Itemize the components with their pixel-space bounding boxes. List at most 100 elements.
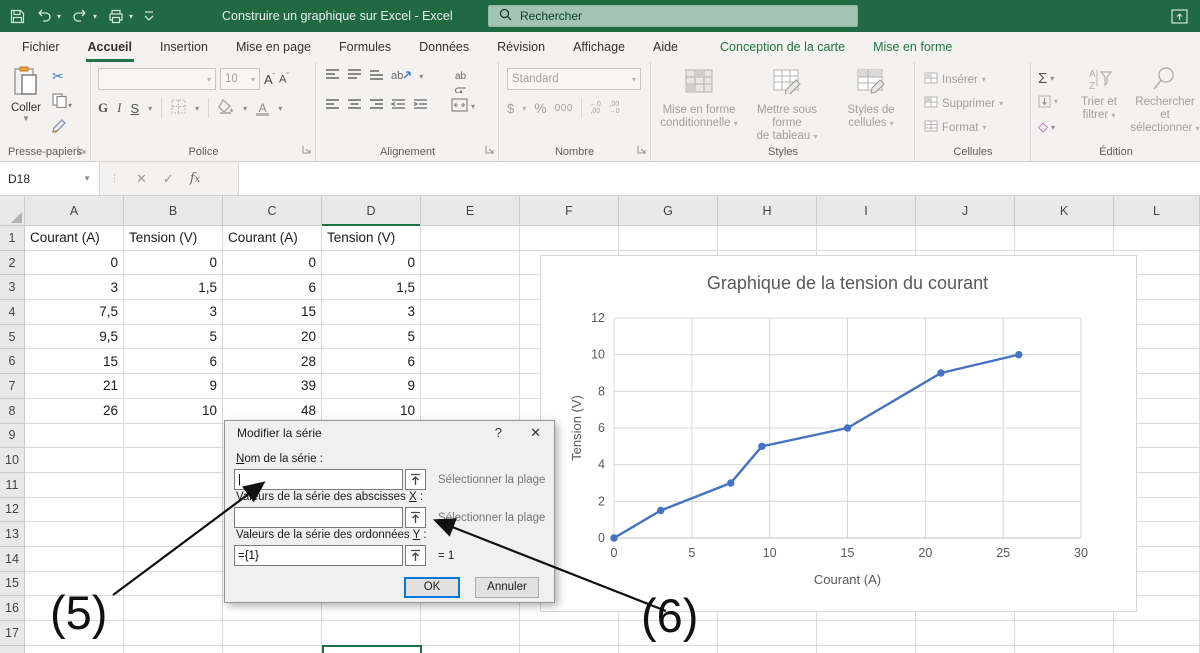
cell-D17[interactable]: [322, 621, 421, 646]
row-header-13[interactable]: 13: [0, 522, 25, 547]
selected-cell-d18[interactable]: [322, 645, 422, 653]
cell-E18[interactable]: [421, 646, 520, 653]
ok-button[interactable]: OK: [404, 577, 460, 598]
cell-C6[interactable]: 28: [223, 349, 322, 374]
font-size-combo[interactable]: 10▾: [220, 68, 260, 90]
customize-qat-icon[interactable]: [144, 10, 154, 22]
fill-color-icon[interactable]: [218, 99, 234, 117]
cell-K17[interactable]: [1015, 621, 1114, 646]
cell-E4[interactable]: [421, 300, 520, 325]
bold-button[interactable]: G: [98, 100, 108, 116]
underline-dropdown-icon[interactable]: ▾: [148, 104, 152, 113]
cell-B5[interactable]: 5: [124, 325, 223, 350]
cell-D3[interactable]: 1,5: [322, 275, 421, 300]
cell-C7[interactable]: 39: [223, 374, 322, 399]
cell-E2[interactable]: [421, 251, 520, 276]
search-box[interactable]: Rechercher: [488, 5, 858, 27]
tab-affichage[interactable]: Affichage: [559, 32, 639, 62]
row-header-11[interactable]: 11: [0, 473, 25, 498]
cell-B17[interactable]: [124, 621, 223, 646]
tab-mise-en-forme[interactable]: Mise en forme: [859, 32, 966, 62]
col-header-L[interactable]: L: [1114, 196, 1200, 226]
cell-C18[interactable]: [223, 646, 322, 653]
cell-C2[interactable]: 0: [223, 251, 322, 276]
cell-B9[interactable]: [124, 424, 223, 449]
row-header-7[interactable]: 7: [0, 374, 25, 399]
cell-F18[interactable]: [520, 646, 619, 653]
formula-input[interactable]: [238, 162, 1200, 195]
range-selector-icon-3[interactable]: [405, 545, 426, 566]
cell-A11[interactable]: [25, 473, 124, 498]
cell-E6[interactable]: [421, 349, 520, 374]
cell-I18[interactable]: [817, 646, 916, 653]
cell-B8[interactable]: 10: [124, 399, 223, 424]
clipboard-dialog-launcher-icon[interactable]: [77, 143, 86, 157]
cell-B3[interactable]: 1,5: [124, 275, 223, 300]
col-header-E[interactable]: E: [421, 196, 520, 226]
orientation-dropdown-icon[interactable]: ▾: [419, 72, 423, 81]
cell-A13[interactable]: [25, 522, 124, 547]
font-color-icon[interactable]: A: [256, 100, 269, 116]
undo-icon[interactable]: [36, 9, 52, 23]
format-cells-button[interactable]: Format▾: [924, 120, 986, 135]
fill-color-dropdown-icon[interactable]: ▾: [243, 104, 247, 113]
col-header-K[interactable]: K: [1015, 196, 1114, 226]
font-name-combo[interactable]: ▾: [98, 68, 216, 90]
align-left-icon[interactable]: [325, 98, 340, 114]
cell-styles-button[interactable]: Styles decellules ▾: [828, 66, 914, 130]
copy-icon[interactable]: ▾: [52, 93, 72, 111]
cell-D7[interactable]: 9: [322, 374, 421, 399]
cell-C4[interactable]: 15: [223, 300, 322, 325]
merge-dropdown-icon[interactable]: ▾: [471, 102, 475, 111]
cell-B6[interactable]: 6: [124, 349, 223, 374]
percent-icon[interactable]: %: [534, 100, 546, 116]
cut-icon[interactable]: ✂: [52, 68, 64, 85]
fill-button[interactable]: ▾: [1038, 95, 1058, 108]
decrease-decimal-icon[interactable]: ,00→0: [609, 101, 620, 115]
undo-dropdown-icon[interactable]: ▾: [57, 12, 61, 21]
dialog-help-icon[interactable]: ?: [495, 425, 502, 440]
cell-L17[interactable]: [1114, 621, 1200, 646]
cell-A5[interactable]: 9,5: [25, 325, 124, 350]
tab-revision[interactable]: Révision: [483, 32, 559, 62]
cell-H1[interactable]: [718, 226, 817, 251]
cell-B11[interactable]: [124, 473, 223, 498]
cell-L1[interactable]: [1114, 226, 1200, 251]
cell-B1[interactable]: Tension (V): [124, 226, 223, 251]
row-header-16[interactable]: 16: [0, 596, 25, 621]
col-header-D[interactable]: D: [322, 196, 421, 226]
redo-icon[interactable]: [72, 9, 88, 23]
row-header-12[interactable]: 12: [0, 498, 25, 523]
alignment-dialog-launcher-icon[interactable]: [485, 143, 494, 157]
cell-D4[interactable]: 3: [322, 300, 421, 325]
tab-mise-en-page[interactable]: Mise en page: [222, 32, 325, 62]
align-center-icon[interactable]: [347, 98, 362, 114]
col-header-G[interactable]: G: [619, 196, 718, 226]
insert-cells-button[interactable]: Insérer▾: [924, 72, 986, 87]
cell-C17[interactable]: [223, 621, 322, 646]
cell-J1[interactable]: [916, 226, 1015, 251]
cell-K1[interactable]: [1015, 226, 1114, 251]
grow-font-icon[interactable]: Aˆ: [264, 72, 275, 87]
name-box[interactable]: D18▼: [0, 162, 100, 195]
cell-E17[interactable]: [421, 621, 520, 646]
currency-icon[interactable]: $: [507, 101, 514, 116]
merge-center-icon[interactable]: [451, 98, 468, 115]
cell-A14[interactable]: [25, 547, 124, 572]
find-select-button[interactable]: Rechercher et sélectionner ▾: [1130, 66, 1200, 135]
cell-A4[interactable]: 7,5: [25, 300, 124, 325]
sort-filter-button[interactable]: AZ Trier et filtrer ▾: [1070, 66, 1128, 122]
format-painter-icon[interactable]: [52, 119, 68, 136]
cell-G1[interactable]: [619, 226, 718, 251]
row-header-17[interactable]: 17: [0, 621, 25, 646]
cell-A1[interactable]: Courant (A): [25, 226, 124, 251]
cell-A9[interactable]: [25, 424, 124, 449]
italic-button[interactable]: I: [117, 100, 121, 116]
tab-formules[interactable]: Formules: [325, 32, 405, 62]
font-dialog-launcher-icon[interactable]: [302, 143, 311, 157]
dialog-input-1[interactable]: [234, 469, 403, 490]
row-header-2[interactable]: 2: [0, 251, 25, 276]
increase-indent-icon[interactable]: [413, 98, 428, 114]
col-header-F[interactable]: F: [520, 196, 619, 226]
cell-E5[interactable]: [421, 325, 520, 350]
